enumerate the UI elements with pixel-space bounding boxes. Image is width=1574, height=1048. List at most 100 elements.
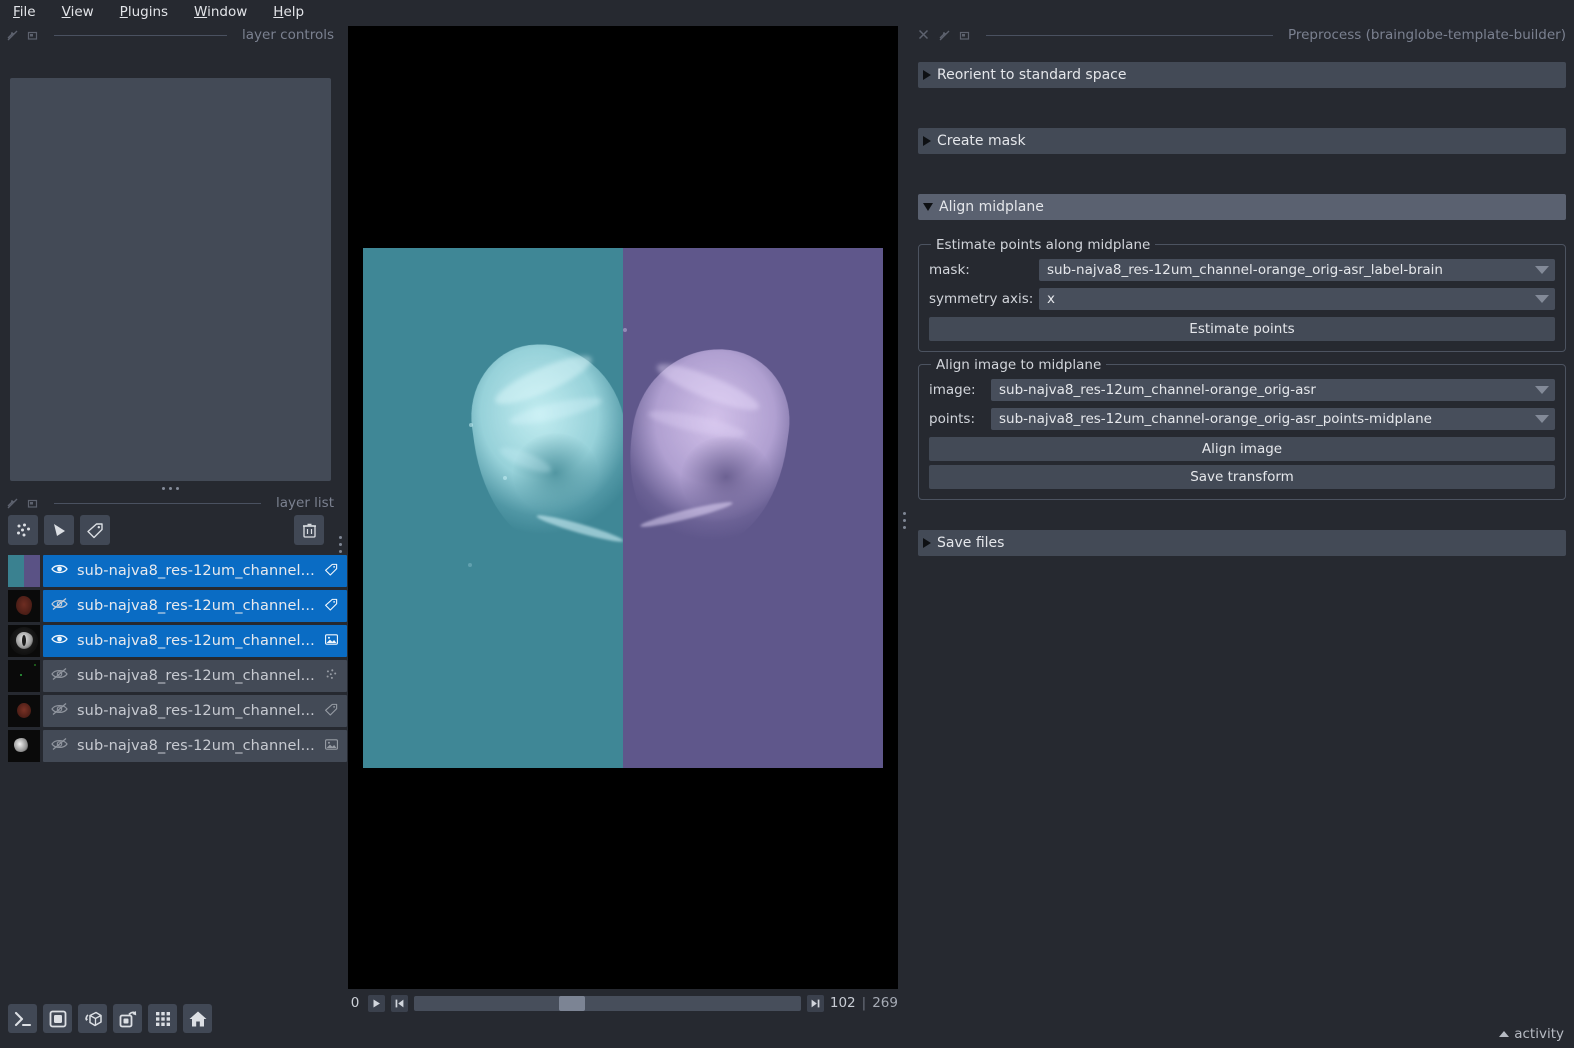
layer-list-item[interactable]: sub-najva8_res-12um_channel... bbox=[8, 694, 347, 728]
layer-name: sub-najva8_res-12um_channel... bbox=[77, 668, 315, 684]
estimate-points-button[interactable]: Estimate points bbox=[929, 317, 1555, 341]
float-icon[interactable] bbox=[6, 497, 19, 510]
chevron-down-icon bbox=[923, 203, 933, 211]
section-label: Save files bbox=[937, 535, 1005, 551]
activity-button[interactable]: activity bbox=[1499, 1026, 1564, 1042]
visibility-icon-visible[interactable] bbox=[51, 562, 68, 580]
tissue-speck bbox=[468, 563, 472, 567]
max-frame-value: 269 bbox=[872, 995, 898, 1011]
toggle-ndisplay-icon[interactable] bbox=[43, 1004, 72, 1033]
layer-buttons-row bbox=[0, 514, 340, 546]
image-layer-icon bbox=[324, 632, 339, 651]
visibility-icon-hidden[interactable] bbox=[51, 597, 68, 615]
menu-window-label: indow bbox=[207, 4, 248, 20]
layer-list-item[interactable]: sub-najva8_res-12um_channel... bbox=[8, 589, 347, 623]
layer-thumbnail bbox=[8, 695, 40, 727]
titlebar-rule bbox=[986, 34, 1273, 36]
layer-thumbnail bbox=[8, 555, 40, 587]
labels-layer-icon bbox=[324, 702, 339, 721]
popout-icon[interactable] bbox=[958, 29, 971, 42]
menu-view[interactable]: View bbox=[59, 2, 97, 22]
visibility-icon-hidden[interactable] bbox=[51, 667, 68, 685]
menu-window-mnemonic: W bbox=[194, 4, 208, 20]
roll-dims-icon[interactable] bbox=[78, 1004, 107, 1033]
image-select-value: sub-najva8_res-12um_channel-orange_orig-… bbox=[999, 382, 1316, 398]
canvas-right-splitter[interactable] bbox=[900, 505, 908, 535]
image-layer-icon bbox=[324, 737, 339, 756]
section-create-mask[interactable]: Create mask bbox=[918, 128, 1566, 154]
first-frame-button[interactable] bbox=[391, 994, 408, 1012]
home-reset-view-icon[interactable] bbox=[183, 1004, 212, 1033]
layer-list-item[interactable]: sub-najva8_res-12um_channel... bbox=[8, 729, 347, 763]
menu-view-mnemonic: V bbox=[61, 4, 71, 20]
image-select[interactable]: sub-najva8_res-12um_channel-orange_orig-… bbox=[991, 379, 1555, 401]
layer-thumbnail bbox=[8, 730, 40, 762]
close-icon[interactable] bbox=[918, 29, 931, 42]
layer-controls-panel bbox=[10, 78, 331, 481]
chevron-up-icon bbox=[1499, 1031, 1510, 1037]
image-field-row: image: sub-najva8_res-12um_channel-orang… bbox=[929, 379, 1555, 401]
mask-label: mask: bbox=[929, 262, 970, 278]
symmetry-axis-select[interactable]: x bbox=[1039, 288, 1555, 310]
layer-list-item[interactable]: sub-najva8_res-12um_channel... bbox=[8, 624, 347, 658]
plugin-title: Preprocess (brainglobe-template-builder) bbox=[1287, 27, 1566, 43]
image-canvas[interactable] bbox=[348, 26, 898, 989]
new-points-layer-button[interactable] bbox=[8, 515, 38, 545]
mask-select[interactable]: sub-najva8_res-12um_channel-orange_orig-… bbox=[1039, 259, 1555, 281]
titlebar-rule bbox=[54, 34, 227, 36]
layer-list-item[interactable]: sub-najva8_res-12um_channel... bbox=[8, 554, 347, 588]
transpose-dims-icon[interactable] bbox=[113, 1004, 142, 1033]
layer-list-titlebar: layer list bbox=[0, 492, 340, 514]
section-save-files[interactable]: Save files bbox=[918, 530, 1566, 556]
menu-help-mnemonic: H bbox=[273, 4, 284, 20]
section-reorient-to-standard-space[interactable]: Reorient to standard space bbox=[918, 62, 1566, 88]
layer-list-item[interactable]: sub-najva8_res-12um_channel... bbox=[8, 659, 347, 693]
chevron-right-icon bbox=[923, 70, 931, 80]
dimension-slider-handle[interactable] bbox=[559, 995, 585, 1011]
points-select[interactable]: sub-najva8_res-12um_channel-orange_orig-… bbox=[991, 408, 1555, 430]
points-select-value: sub-najva8_res-12um_channel-orange_orig-… bbox=[999, 411, 1432, 427]
new-labels-layer-button[interactable] bbox=[80, 515, 110, 545]
float-icon[interactable] bbox=[6, 29, 19, 42]
console-icon[interactable] bbox=[8, 1004, 37, 1033]
group-title: Align image to midplane bbox=[931, 357, 1107, 373]
menu-help[interactable]: Help bbox=[270, 2, 307, 22]
save-transform-button[interactable]: Save transform bbox=[929, 465, 1555, 489]
menu-file[interactable]: File bbox=[10, 2, 39, 22]
menu-plugins[interactable]: Plugins bbox=[117, 2, 171, 22]
dimension-slider[interactable] bbox=[414, 995, 801, 1011]
grid-view-icon[interactable] bbox=[148, 1004, 177, 1033]
visibility-icon-visible[interactable] bbox=[51, 632, 68, 650]
estimate-points-group: Estimate points along midplane mask: sub… bbox=[918, 237, 1566, 352]
last-frame-button[interactable] bbox=[806, 994, 824, 1012]
layer-thumbnail bbox=[8, 660, 40, 692]
new-shapes-layer-button[interactable] bbox=[44, 515, 74, 545]
layer-name: sub-najva8_res-12um_channel... bbox=[77, 563, 315, 579]
points-label: points: bbox=[929, 411, 976, 427]
visibility-icon-hidden[interactable] bbox=[51, 737, 68, 755]
layer-thumbnail bbox=[8, 625, 40, 657]
section-label: Reorient to standard space bbox=[937, 67, 1127, 83]
chevron-down-icon bbox=[1529, 408, 1555, 430]
float-icon[interactable] bbox=[938, 29, 951, 42]
menu-file-mnemonic: F bbox=[13, 4, 20, 20]
menu-window[interactable]: Window bbox=[191, 2, 250, 22]
chevron-down-icon bbox=[1529, 288, 1555, 310]
delete-layer-button[interactable] bbox=[294, 515, 324, 545]
group-title: Estimate points along midplane bbox=[931, 237, 1156, 253]
popout-icon[interactable] bbox=[26, 29, 39, 42]
chevron-right-icon bbox=[923, 136, 931, 146]
align-image-group: Align image to midplane image: sub-najva… bbox=[918, 357, 1566, 500]
section-align-midplane[interactable]: Align midplane bbox=[918, 194, 1566, 220]
play-button[interactable] bbox=[368, 994, 385, 1012]
brain-tissue-left-dark bbox=[513, 433, 598, 513]
layer-list[interactable]: sub-najva8_res-12um_channel... sub-najva… bbox=[8, 554, 347, 764]
visibility-icon-hidden[interactable] bbox=[51, 702, 68, 720]
align-image-button[interactable]: Align image bbox=[929, 437, 1555, 461]
points-layer-icon bbox=[324, 667, 339, 686]
popout-icon[interactable] bbox=[26, 497, 39, 510]
symmetry-axis-value: x bbox=[1047, 291, 1055, 307]
layer-thumbnail bbox=[8, 590, 40, 622]
menu-file-label: ile bbox=[19, 4, 36, 20]
viewer-buttons bbox=[8, 1004, 212, 1033]
